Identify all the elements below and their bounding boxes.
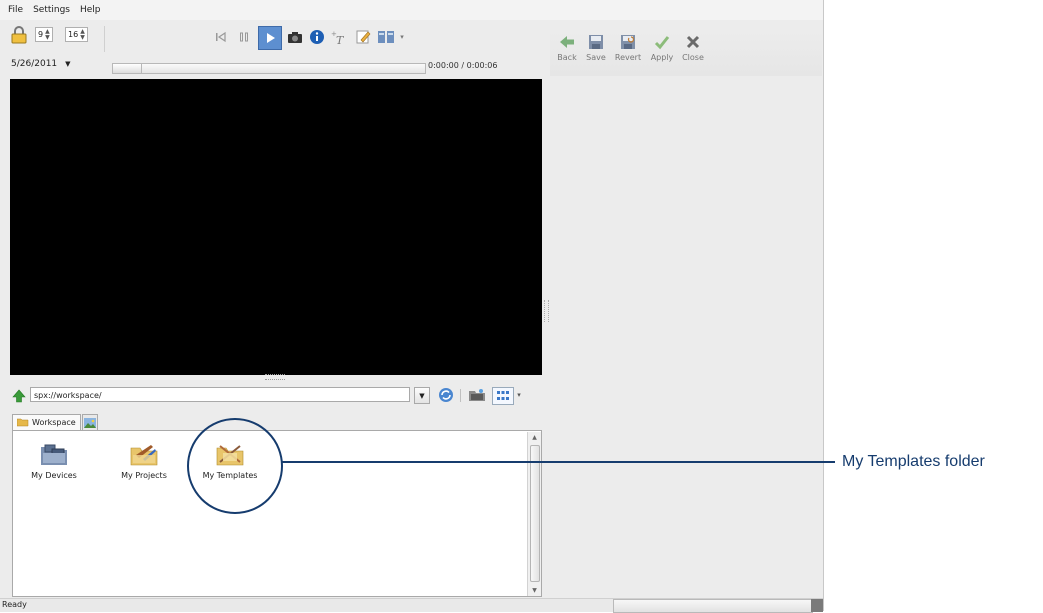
callout-leader-line [282, 461, 835, 463]
scroll-down-icon[interactable]: ▼ [530, 586, 539, 595]
back-label: Back [557, 53, 577, 62]
callout-circle [187, 418, 283, 514]
new-folder-icon[interactable] [468, 387, 486, 403]
tab-workspace[interactable]: Workspace [12, 414, 81, 430]
edit-note-icon[interactable] [353, 27, 373, 47]
svg-text:T: T [336, 34, 345, 45]
close-button[interactable]: Close [678, 34, 708, 62]
folder-item-label: My Devices [31, 471, 77, 480]
save-button[interactable]: Save [581, 34, 611, 62]
folder-icon [17, 418, 29, 427]
revert-button[interactable]: Revert [613, 34, 643, 62]
status-text: Ready [2, 600, 27, 609]
browser-tabs: Workspace [12, 414, 98, 430]
back-arrow-icon [560, 36, 574, 48]
callout-label: My Templates folder [842, 453, 985, 470]
apply-label: Apply [650, 53, 674, 62]
save-label: Save [586, 53, 606, 62]
scroll-thumb[interactable] [530, 445, 540, 582]
folder-item-my-projects[interactable]: My Projects [109, 441, 179, 480]
projects-folder-icon [130, 445, 158, 466]
info-icon[interactable] [307, 27, 327, 47]
editor-toolbar: Back Save Revert Apply Close [550, 30, 822, 76]
minute-stepper[interactable]: 16 ▲ ▼ [65, 27, 88, 42]
checkmark-icon [654, 36, 670, 50]
play-button[interactable] [258, 26, 282, 50]
close-label: Close [682, 53, 704, 62]
revert-icon [621, 35, 635, 49]
resize-grip[interactable] [265, 374, 285, 380]
folder-item-label: My Projects [121, 471, 167, 480]
toolbar-divider [460, 389, 461, 402]
date-value: 5/26/2011 [11, 59, 58, 69]
refresh-icon[interactable] [437, 387, 455, 403]
revert-label: Revert [614, 53, 642, 62]
hour-value: 9 [38, 30, 44, 39]
devices-folder-icon [41, 444, 67, 465]
apply-button[interactable]: Apply [647, 34, 677, 62]
path-input[interactable]: spx://workspace/ [30, 387, 410, 402]
chevron-down-icon[interactable]: ▾ [514, 387, 524, 403]
play-icon [267, 33, 275, 43]
camera-icon[interactable] [285, 27, 305, 47]
image-icon [83, 417, 96, 428]
date-picker[interactable]: 5/26/2011 ▼ [11, 59, 71, 69]
skip-back-icon[interactable] [211, 27, 231, 47]
save-icon [589, 35, 603, 49]
view-mode-icon[interactable] [492, 387, 514, 405]
chevron-down-icon: ▼ [419, 391, 425, 400]
add-text-icon[interactable]: + T [330, 27, 350, 47]
status-bar: Ready [0, 598, 823, 613]
status-corner [811, 599, 823, 612]
close-icon [686, 35, 700, 49]
menu-help[interactable]: Help [75, 5, 106, 15]
player-toolbar: 9 ▲ ▼ 16 ▲ ▼ 5/26/2011 ▼ + T ▾ 0:00:00 /… [8, 22, 542, 78]
stepper-arrows-icon[interactable]: ▲ ▼ [45, 28, 50, 41]
path-dropdown-button[interactable]: ▼ [414, 387, 430, 404]
timecode-display: 0:00:00 / 0:00:06 [428, 61, 498, 70]
seek-handle[interactable] [113, 64, 142, 73]
toolbar-divider [104, 26, 105, 52]
stepper-arrows-icon[interactable]: ▲ ▼ [80, 28, 85, 41]
application-window: File Settings Help 9 ▲ ▼ 16 ▲ ▼ 5/26/2011 ▼ [0, 0, 824, 613]
menu-settings[interactable]: Settings [28, 5, 75, 15]
scroll-up-icon[interactable]: ▲ [530, 433, 539, 442]
pause-icon[interactable] [234, 27, 254, 47]
chevron-down-icon[interactable]: ▼ [65, 60, 70, 68]
tab-label: Workspace [32, 418, 76, 427]
layout-icon[interactable] [376, 27, 396, 47]
menu-bar: File Settings Help [0, 0, 823, 20]
chevron-down-icon[interactable]: ▾ [396, 27, 408, 47]
seek-bar[interactable] [112, 63, 426, 74]
menu-file[interactable]: File [0, 5, 28, 15]
lock-icon[interactable] [11, 26, 27, 44]
hour-stepper[interactable]: 9 ▲ ▼ [35, 27, 53, 42]
folder-item-my-devices[interactable]: My Devices [19, 441, 89, 480]
video-viewport[interactable] [10, 79, 542, 375]
panel-splitter[interactable] [544, 300, 549, 322]
up-folder-icon[interactable] [12, 389, 26, 406]
vertical-scrollbar[interactable]: ▲ ▼ [527, 432, 541, 596]
back-button[interactable]: Back [552, 34, 582, 62]
tab-media[interactable] [81, 414, 98, 430]
minute-value: 16 [68, 30, 79, 39]
